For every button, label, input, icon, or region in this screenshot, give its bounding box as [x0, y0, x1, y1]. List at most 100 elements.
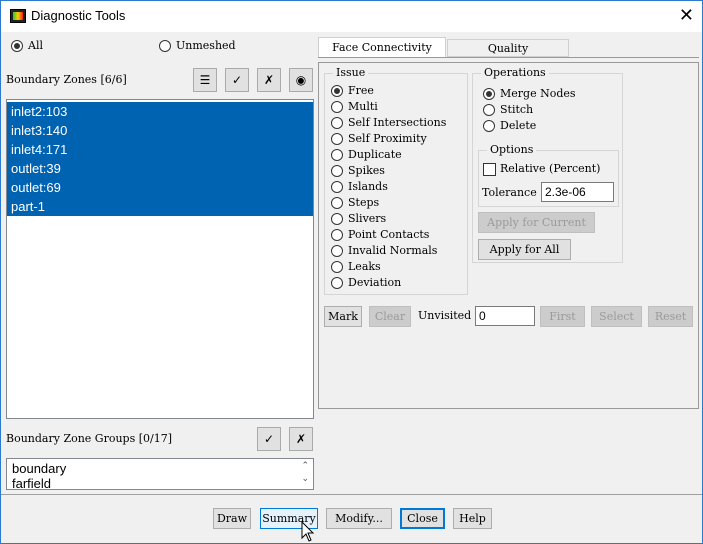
close-window-button[interactable]: ✕ — [679, 5, 694, 26]
radio-label: Self Proximity — [348, 132, 427, 145]
radio-issue-option[interactable]: Spikes — [331, 163, 446, 179]
radio-issue-option[interactable]: Self Proximity — [331, 131, 446, 147]
apply-for-all-button[interactable]: Apply for All — [478, 239, 571, 260]
select-all-button[interactable]: ✓ — [225, 68, 249, 92]
relative-checkbox[interactable]: Relative (Percent) — [483, 161, 600, 177]
radio-issue-option[interactable]: Deviation — [331, 275, 446, 291]
radio-operations-option[interactable]: Stitch — [483, 102, 576, 118]
issue-group: Issue Free Multi Self Intersections Self Pr… — [324, 66, 468, 295]
operations-group: Operations Merge Nodes Stitch Delete Optio… — [472, 66, 623, 263]
tolerance-input[interactable]: 2.3e-06 — [541, 182, 614, 202]
groups-deselect-all-button[interactable]: ✗ — [289, 427, 313, 451]
issue-legend: Issue — [333, 66, 369, 79]
options-legend: Options — [487, 143, 537, 156]
scrollbar[interactable]: ⌃ ⌄ — [301, 460, 309, 486]
tab-face-connectivity[interactable]: Face Connectivity — [318, 37, 446, 58]
radio-issue-option[interactable]: Invalid Normals — [331, 243, 446, 259]
radio-icon — [331, 197, 343, 209]
radio-icon — [483, 120, 495, 132]
reset-button[interactable]: Reset — [648, 306, 693, 327]
radio-label: Delete — [500, 119, 537, 132]
options-group: Options Relative (Percent) Tolerance 2.3… — [478, 143, 619, 207]
radio-label: Stitch — [500, 103, 534, 116]
deselect-all-button[interactable]: ✗ — [257, 68, 281, 92]
list-item[interactable]: outlet:69 — [7, 178, 313, 197]
radio-icon — [331, 117, 343, 129]
help-button[interactable]: Help — [453, 508, 492, 529]
radio-issue-option[interactable]: Leaks — [331, 259, 446, 275]
radio-label: Islands — [348, 180, 388, 193]
tab-divider — [318, 57, 699, 58]
radio-label: Merge Nodes — [500, 87, 576, 100]
radio-issue-option[interactable]: Point Contacts — [331, 227, 446, 243]
close-button[interactable]: Close — [400, 508, 445, 529]
radio-label: Self Intersections — [348, 116, 447, 129]
radio-label: All — [28, 39, 43, 52]
radio-icon — [331, 85, 343, 97]
radio-issue-option[interactable]: Multi — [331, 99, 446, 115]
list-item[interactable]: outlet:39 — [7, 159, 313, 178]
radio-icon — [331, 165, 343, 177]
radio-issue-option[interactable]: Free — [331, 83, 446, 99]
zone-groups-label: Boundary Zone Groups [0/17] — [6, 432, 173, 445]
apply-for-current-button[interactable]: Apply for Current — [478, 212, 595, 233]
list-item[interactable]: inlet3:140 — [7, 121, 313, 140]
radio-issue-option[interactable]: Duplicate — [331, 147, 446, 163]
clear-button[interactable]: Clear — [369, 306, 411, 327]
radio-mode-button[interactable]: ◉ — [289, 68, 313, 92]
radio-operations-option[interactable]: Merge Nodes — [483, 86, 576, 102]
list-item[interactable]: inlet4:171 — [7, 140, 313, 159]
radio-label: Deviation — [348, 276, 402, 289]
radio-issue-option[interactable]: Steps — [331, 195, 446, 211]
radio-label: Free — [348, 84, 374, 97]
first-button[interactable]: First — [540, 306, 585, 327]
radio-icon — [331, 245, 343, 257]
mark-button[interactable]: Mark — [324, 306, 362, 327]
radio-unmeshed[interactable]: Unmeshed — [159, 38, 236, 54]
radio-label: Duplicate — [348, 148, 402, 161]
radio-label: Invalid Normals — [348, 244, 438, 257]
radio-label: Multi — [348, 100, 378, 113]
zone-groups-list[interactable]: boundary farfield ⌃ ⌄ — [6, 458, 314, 490]
radio-label: Unmeshed — [176, 39, 236, 52]
list-item[interactable]: part-1 — [7, 197, 313, 216]
draw-button[interactable]: Draw — [213, 508, 251, 529]
boundary-zones-list[interactable]: inlet2:103 inlet3:140 inlet4:171 outlet:… — [6, 99, 314, 419]
mouse-cursor-icon — [301, 521, 315, 542]
modify-button[interactable]: Modify... — [326, 508, 392, 529]
radio-icon — [331, 213, 343, 225]
radio-issue-option[interactable]: Self Intersections — [331, 115, 446, 131]
operations-legend: Operations — [481, 66, 549, 79]
radio-issue-option[interactable]: Slivers — [331, 211, 446, 227]
radio-label: Point Contacts — [348, 228, 430, 241]
checkbox-label: Relative (Percent) — [500, 162, 601, 175]
radio-issue-option[interactable]: Islands — [331, 179, 446, 195]
tab-quality[interactable]: Quality — [447, 39, 569, 57]
app-icon — [10, 9, 26, 23]
radio-icon — [331, 277, 343, 289]
unvisited-input[interactable]: 0 — [475, 306, 535, 326]
radio-icon — [331, 101, 343, 113]
tolerance-label: Tolerance — [482, 186, 537, 199]
groups-select-all-button[interactable]: ✓ — [257, 427, 281, 451]
radio-operations-option[interactable]: Delete — [483, 118, 576, 134]
radio-icon — [331, 181, 343, 193]
radio-icon — [483, 88, 495, 100]
title-bar: Diagnostic Tools ✕ — [1, 1, 702, 32]
radio-icon — [483, 104, 495, 116]
list-icon-button[interactable]: ☰ — [193, 68, 217, 92]
radio-label: Steps — [348, 196, 380, 209]
radio-label: Leaks — [348, 260, 381, 273]
footer-divider — [1, 494, 702, 495]
radio-icon — [11, 40, 23, 52]
list-item[interactable]: inlet2:103 — [7, 102, 313, 121]
select-button[interactable]: Select — [591, 306, 642, 327]
boundary-zones-label: Boundary Zones [6/6] — [6, 73, 127, 86]
checkbox-icon — [483, 162, 496, 176]
radio-icon — [331, 229, 343, 241]
unvisited-label: Unvisited — [418, 309, 472, 322]
radio-icon — [159, 40, 171, 52]
radio-label: Spikes — [348, 164, 385, 177]
radio-label: Slivers — [348, 212, 387, 225]
radio-all[interactable]: All — [11, 38, 43, 54]
